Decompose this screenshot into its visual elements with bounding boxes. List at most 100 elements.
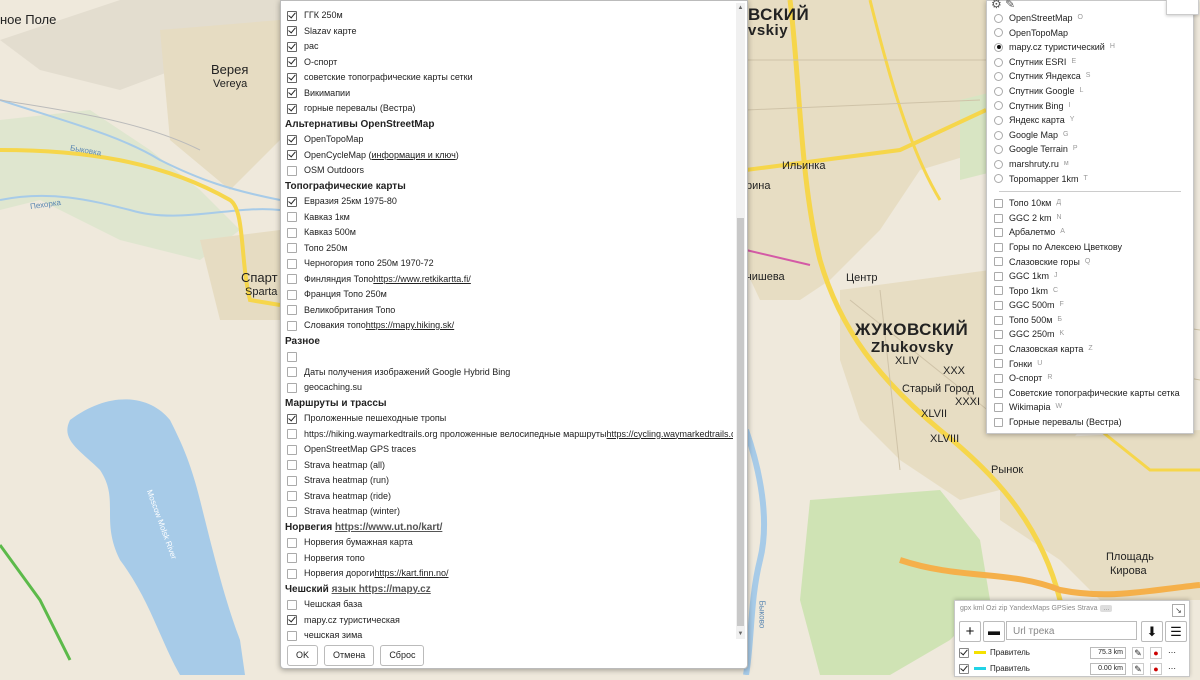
unchecked-checkbox[interactable]	[287, 444, 297, 455]
checked-checkbox[interactable]	[287, 103, 297, 114]
layer-option-row[interactable]: OSM Outdoors	[281, 163, 733, 179]
folder-open-icon[interactable]: ▬	[983, 621, 1005, 642]
checked-checkbox[interactable]	[287, 413, 297, 424]
unchecked-checkbox[interactable]	[287, 212, 297, 223]
add-track-button[interactable]: +	[959, 621, 981, 642]
radio-button[interactable]	[994, 115, 1003, 125]
unchecked-checkbox[interactable]	[287, 630, 297, 641]
checked-checkbox[interactable]	[287, 10, 297, 21]
checked-checkbox[interactable]	[287, 88, 297, 99]
section-link[interactable]: https://www.ut.no/kart/	[335, 522, 442, 533]
layer-option-row[interactable]: Черногория топо 250м 1970-72	[281, 256, 733, 272]
radio-button[interactable]	[994, 145, 1003, 155]
dialog-scrollbar[interactable]: ▲ ▼	[736, 3, 745, 639]
unchecked-checkbox[interactable]	[287, 537, 297, 548]
cancel-button[interactable]: Отмена	[324, 645, 375, 666]
layer-option-row[interactable]: Strava heatmap (all)	[281, 458, 733, 474]
checkbox[interactable]	[994, 344, 1003, 354]
unchecked-checkbox[interactable]	[287, 351, 297, 362]
overlay-layer-item[interactable]: GGC 250m K	[987, 327, 1193, 342]
layer-option-row[interactable]: Норвегия бумажная карта	[281, 535, 733, 551]
checkbox[interactable]	[994, 286, 1003, 296]
radio-button[interactable]	[994, 72, 1003, 82]
layer-option-row[interactable]: Великобритания Топо	[281, 303, 733, 319]
layer-option-row[interactable]: О-спорт	[281, 55, 733, 71]
layer-option-row[interactable]: OpenCycleMap (информация и ключ)	[281, 148, 733, 164]
unchecked-checkbox[interactable]	[287, 243, 297, 254]
unchecked-checkbox[interactable]	[287, 274, 297, 285]
radio-button[interactable]	[994, 57, 1003, 67]
markers-icon[interactable]: ●	[1150, 646, 1162, 659]
layer-option-row[interactable]: рас	[281, 39, 733, 55]
overlay-layer-item[interactable]: Горные перевалы (Вестра)	[987, 415, 1193, 430]
overlay-layer-item[interactable]: Советские топографические карты сетка	[987, 386, 1193, 401]
edit-track-icon[interactable]: ✎	[1132, 662, 1144, 675]
scroll-down-icon[interactable]: ▼	[737, 630, 744, 638]
checked-checkbox[interactable]	[287, 57, 297, 68]
checkbox[interactable]	[994, 257, 1003, 267]
base-layer-item[interactable]: Google Map G	[987, 128, 1193, 143]
checked-checkbox[interactable]	[287, 615, 297, 626]
download-icon[interactable]: ⬇	[1141, 621, 1163, 642]
checkbox[interactable]	[994, 271, 1003, 281]
layer-option-row[interactable]: Strava heatmap (winter)	[281, 504, 733, 520]
base-layer-item[interactable]: Спутник Google L	[987, 84, 1193, 99]
layer-option-row[interactable]: Франция Топо 250м	[281, 287, 733, 303]
radio-button[interactable]	[994, 159, 1003, 169]
base-layer-item[interactable]: Спутник Bing I	[987, 99, 1193, 114]
unchecked-checkbox[interactable]	[287, 320, 297, 331]
overlay-layer-item[interactable]: Топо 10км Д	[987, 196, 1193, 211]
layer-option-row[interactable]: geocaching.su	[281, 380, 733, 396]
track-visible-checkbox[interactable]	[959, 647, 969, 658]
reset-button[interactable]: Сброс	[380, 645, 425, 666]
checkbox[interactable]	[994, 374, 1003, 384]
collapse-icon[interactable]: ↘	[1172, 604, 1185, 617]
more-formats-button[interactable]: ...	[1100, 605, 1113, 612]
checkbox[interactable]	[994, 388, 1003, 398]
overlay-layer-item[interactable]: GGC 2 km N	[987, 211, 1193, 226]
track-name[interactable]: Правитель	[990, 664, 1090, 673]
unchecked-checkbox[interactable]	[287, 227, 297, 238]
layer-option-row[interactable]: Чешская база	[281, 597, 733, 613]
track-color-swatch[interactable]	[974, 667, 986, 670]
overlay-layer-item[interactable]: Гонки U	[987, 357, 1193, 372]
checkbox[interactable]	[994, 359, 1003, 369]
layer-option-link[interactable]: https://www.retkikartta.fi/	[373, 272, 471, 288]
checked-checkbox[interactable]	[287, 196, 297, 207]
base-layer-item[interactable]: Спутник ESRI E	[987, 55, 1193, 70]
track-color-swatch[interactable]	[974, 651, 986, 654]
track-row[interactable]: Правитель 75.3 km ✎ ● ⋯	[959, 645, 1187, 660]
layer-option-row[interactable]: Проложенные пешеходные тропы	[281, 411, 733, 427]
panel-toggle-button[interactable]	[1166, 0, 1199, 15]
unchecked-checkbox[interactable]	[287, 305, 297, 316]
base-layer-item[interactable]: marshruty.ru м	[987, 157, 1193, 172]
overlay-layer-item[interactable]: Wikimapia W	[987, 400, 1193, 415]
ok-button[interactable]: OK	[287, 645, 319, 666]
layer-option-row[interactable]: Викимапии	[281, 86, 733, 102]
radio-button[interactable]	[994, 174, 1003, 184]
unchecked-checkbox[interactable]	[287, 553, 297, 564]
track-row[interactable]: Правитель 0.00 km ✎ ● ⋯	[959, 661, 1187, 676]
scroll-up-icon[interactable]: ▲	[737, 4, 744, 12]
layer-option-row[interactable]: OpenТороMap	[281, 132, 733, 148]
checkbox[interactable]	[994, 403, 1003, 413]
checkbox[interactable]	[994, 242, 1003, 252]
layer-option-link[interactable]: https://kart.finn.no/	[374, 566, 448, 582]
unchecked-checkbox[interactable]	[287, 491, 297, 502]
layer-option-row[interactable]: Кавказ 1км	[281, 210, 733, 226]
checkbox[interactable]	[994, 228, 1003, 238]
checkbox[interactable]	[994, 213, 1003, 223]
base-layer-item[interactable]: OpenTopoMap	[987, 26, 1193, 41]
checked-checkbox[interactable]	[287, 72, 297, 83]
overlay-layer-item[interactable]: Topo 1km C	[987, 284, 1193, 299]
unchecked-checkbox[interactable]	[287, 382, 297, 393]
track-visible-checkbox[interactable]	[959, 663, 969, 674]
layer-option-row[interactable]: Strava heatmap (run)	[281, 473, 733, 489]
radio-button[interactable]	[994, 28, 1003, 38]
markers-icon[interactable]: ●	[1150, 662, 1162, 675]
overlay-layer-item[interactable]: О-спорт R	[987, 371, 1193, 386]
edit-track-icon[interactable]: ✎	[1132, 646, 1144, 659]
radio-button[interactable]	[994, 86, 1003, 96]
layer-option-row[interactable]: Норвегия дороги https://kart.finn.no/	[281, 566, 733, 582]
layer-option-row[interactable]: Евразия 25км 1975-80	[281, 194, 733, 210]
